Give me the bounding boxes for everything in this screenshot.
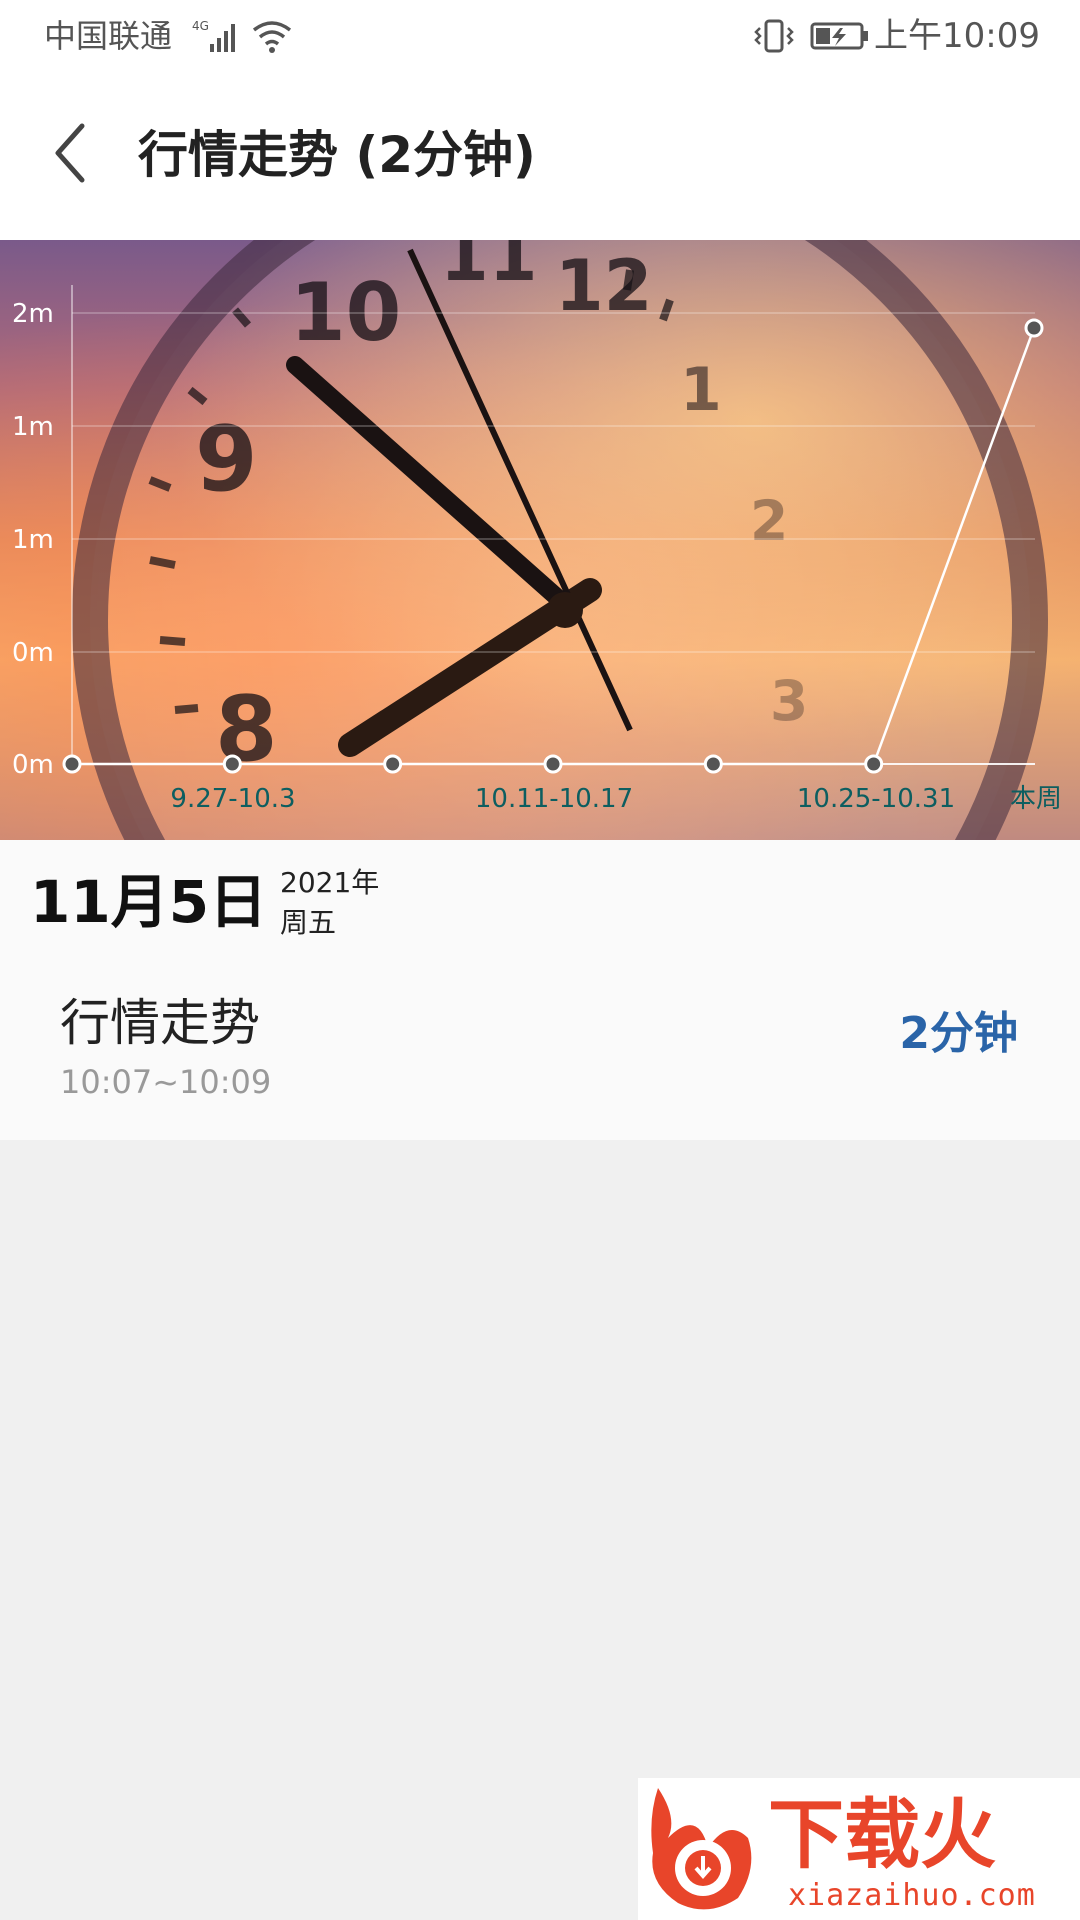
usage-trend-chart: 10 9 8 11 12 1 2 3 2m 1m 1m 0m 0m 9.27-10.3 1… (0, 240, 1080, 840)
x-tick-label: 9.27-10.3 (170, 784, 295, 814)
list-item[interactable]: 行情走势 10:07~10:09 2分钟 (0, 990, 1080, 1140)
watermark-cn: 下载火 (768, 1790, 996, 1879)
series-line (72, 327, 1036, 766)
data-point[interactable] (543, 754, 563, 774)
clock-label: 上午10:09 (874, 16, 1040, 56)
battery-charging-icon (810, 18, 870, 58)
signal-icon: 4G (192, 18, 244, 58)
data-point[interactable] (222, 754, 242, 774)
carrier-label: 中国联通 (44, 17, 173, 55)
flame-logo-icon (651, 1788, 752, 1910)
watermark-logo: 下载火 xiazaihuo.com (638, 1778, 1080, 1920)
y-tick-label: 0m (12, 750, 54, 780)
chevron-left-icon (55, 123, 85, 183)
date-weekday: 周五 (280, 906, 337, 939)
daily-usage-section: 11月5日 2021年 周五 行情走势 10:07~10:09 2分钟 (0, 840, 1080, 1140)
entry-duration: 2分钟 (899, 1008, 1018, 1059)
date-day: 11月5日 (30, 868, 268, 936)
data-point[interactable] (1024, 318, 1044, 338)
data-point[interactable] (383, 754, 403, 774)
y-tick-label: 1m (12, 412, 54, 442)
y-tick-label: 2m (12, 299, 54, 329)
back-button[interactable] (40, 118, 110, 188)
entry-name: 行情走势 (60, 994, 260, 1052)
watermark-en: xiazaihuo.com (788, 1878, 1036, 1913)
chart-plot: 2m 1m 1m 0m 0m 9.27-10.3 10.11-10.17 10.25-10.… (12, 285, 1062, 814)
data-point[interactable] (703, 754, 723, 774)
wifi-icon (250, 18, 294, 58)
page-title: 行情走势 (2分钟) (138, 126, 536, 184)
data-point[interactable] (62, 754, 82, 774)
svg-text:4G: 4G (192, 19, 209, 33)
vibrate-icon (752, 18, 796, 58)
y-tick-label: 0m (12, 638, 54, 668)
y-tick-label: 1m (12, 525, 54, 555)
x-tick-label: 本周 (1010, 784, 1062, 814)
x-tick-label: 10.25-10.31 (797, 784, 955, 814)
status-bar: 中国联通 4G 上午10:09 (0, 0, 1080, 72)
app-header: 行情走势 (2分钟) (0, 72, 1080, 240)
data-point[interactable] (864, 754, 884, 774)
date-year: 2021年 (280, 866, 380, 899)
x-tick-label: 10.11-10.17 (475, 784, 633, 814)
entry-time-range: 10:07~10:09 (60, 1063, 272, 1101)
